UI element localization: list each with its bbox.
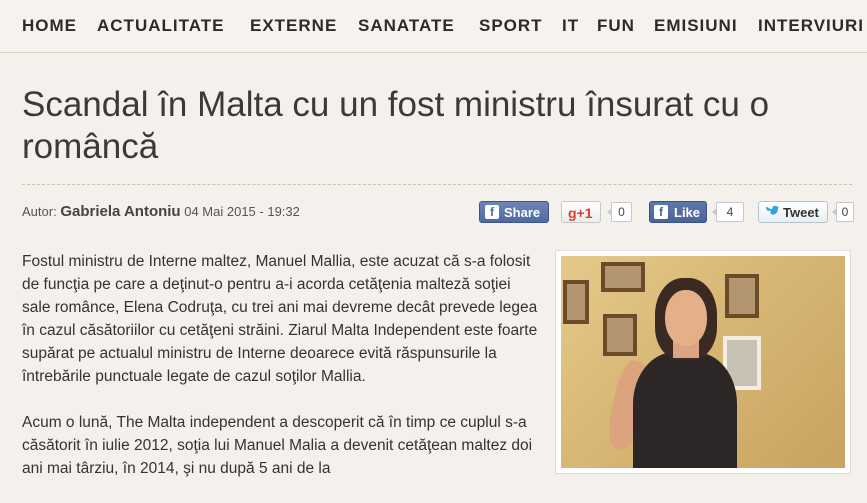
google-plus-label: g+1	[568, 205, 593, 221]
author-name[interactable]: Gabriela Antoniu	[60, 203, 180, 220]
author-prefix: Autor:	[22, 204, 57, 219]
wall-frame	[563, 280, 589, 324]
article-photo	[555, 250, 851, 474]
title-divider	[22, 184, 852, 185]
nav-fun[interactable]: FUN	[597, 14, 635, 38]
publish-date: 04 Mai 2015 - 19:32	[184, 204, 300, 219]
nav-interviuri[interactable]: INTERVIURI	[758, 14, 864, 38]
nav-actualitate[interactable]: ACTUALITATE	[97, 14, 224, 38]
google-plus-count: 0	[607, 202, 632, 222]
facebook-like-label: Like	[674, 205, 701, 220]
google-plus-button[interactable]: g+1	[561, 201, 601, 223]
wall-frame	[601, 262, 645, 292]
nav-emisiuni[interactable]: EMISIUNI	[654, 14, 738, 38]
wall-frame	[725, 274, 759, 318]
facebook-icon: f	[485, 205, 499, 219]
person-dress	[633, 352, 737, 468]
tweet-label: Tweet	[783, 205, 819, 220]
byline: Autor: Gabriela Antoniu 04 Mai 2015 - 19…	[22, 202, 300, 222]
facebook-like-button[interactable]: f Like	[649, 201, 707, 223]
top-navigation: HOME ACTUALITATE EXTERNE SANATATE SPORT …	[0, 0, 867, 53]
tweet-button[interactable]: Tweet	[758, 201, 828, 223]
article-paragraph: Acum o lună, The Malta independent a des…	[22, 414, 533, 477]
facebook-icon: f	[654, 205, 668, 219]
person-face	[665, 290, 707, 346]
nav-home[interactable]: HOME	[22, 14, 77, 38]
wall-frame	[603, 314, 637, 356]
nav-sanatate[interactable]: SANATATE	[358, 14, 455, 38]
nav-sport[interactable]: SPORT	[479, 14, 543, 38]
twitter-bird-icon	[764, 202, 780, 228]
article-title: Scandal în Malta cu un fost ministru îns…	[22, 85, 770, 166]
facebook-like-count: 4	[712, 202, 744, 222]
article-paragraph: Fostul ministru de Interne maltez, Manue…	[22, 253, 538, 385]
nav-it[interactable]: IT	[562, 14, 579, 38]
facebook-share-label: Share	[504, 205, 541, 220]
article-body: Fostul ministru de Interne maltez, Manue…	[22, 250, 542, 503]
facebook-share-button[interactable]: f Share	[479, 201, 549, 223]
photo-woman-portrait	[561, 256, 845, 468]
nav-externe[interactable]: EXTERNE	[250, 14, 337, 38]
tweet-count: 0	[832, 202, 854, 222]
